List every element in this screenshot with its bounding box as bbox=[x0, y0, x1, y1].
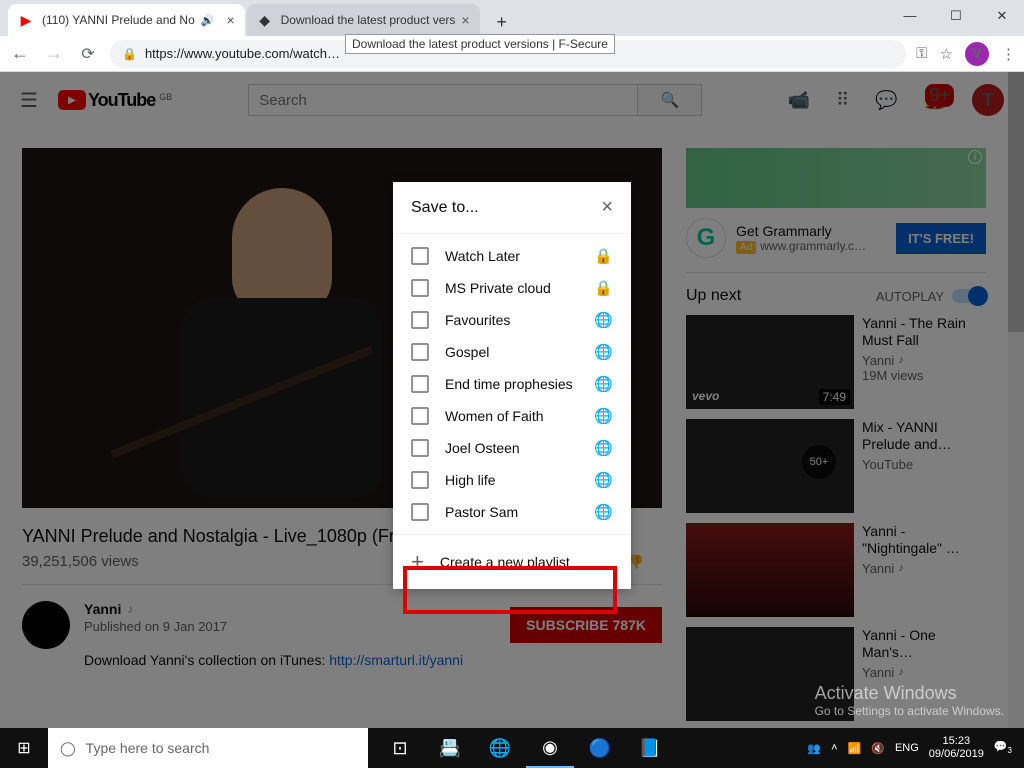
chrome-menu-button[interactable]: ⋮ bbox=[1001, 45, 1016, 63]
tab-close-icon[interactable]: × bbox=[226, 12, 234, 28]
lock-icon: 🔒 bbox=[122, 47, 137, 61]
taskbar-app-2[interactable]: 🌐 bbox=[476, 728, 524, 768]
star-icon[interactable]: ☆ bbox=[940, 45, 953, 63]
audio-playing-icon[interactable]: 🔊 bbox=[201, 14, 215, 27]
globe-icon: 🌐 bbox=[594, 503, 613, 521]
tray-chevron-icon[interactable]: ˄ bbox=[831, 742, 837, 754]
plus-icon: + bbox=[411, 549, 424, 575]
windows-search-box[interactable]: ◯ Type here to search bbox=[48, 728, 368, 768]
playlist-checkbox[interactable] bbox=[411, 311, 429, 329]
playlist-item[interactable]: Pastor Sam 🌐 bbox=[393, 496, 631, 528]
create-new-playlist-button[interactable]: + Create a new playlist bbox=[393, 534, 631, 589]
key-icon[interactable]: ⚿ bbox=[916, 45, 927, 62]
playlist-name: Women of Faith bbox=[445, 408, 578, 424]
maximize-button[interactable]: ☐ bbox=[942, 8, 970, 24]
browser-tab-active[interactable]: ▶ (110) YANNI Prelude and No 🔊 × bbox=[8, 4, 245, 36]
playlist-name: High life bbox=[445, 472, 578, 488]
task-view-icon[interactable]: ⊡ bbox=[376, 728, 424, 768]
playlist-name: Joel Osteen bbox=[445, 440, 578, 456]
playlist-checkbox[interactable] bbox=[411, 503, 429, 521]
taskbar-app-1[interactable]: 📇 bbox=[426, 728, 474, 768]
playlist-name: Watch Later bbox=[445, 248, 578, 264]
globe-icon: 🌐 bbox=[594, 375, 613, 393]
playlist-item[interactable]: Women of Faith 🌐 bbox=[393, 400, 631, 432]
tab-title: (110) YANNI Prelude and No bbox=[42, 13, 195, 27]
playlist-item[interactable]: Watch Later 🔒 bbox=[393, 240, 631, 272]
start-button[interactable]: ⊞ bbox=[0, 728, 48, 768]
tab-title: Download the latest product vers bbox=[281, 13, 456, 27]
playlist-name: Favourites bbox=[445, 312, 578, 328]
close-window-button[interactable]: ✕ bbox=[988, 8, 1016, 24]
playlist-item[interactable]: MS Private cloud 🔒 bbox=[393, 272, 631, 304]
playlist-checkbox[interactable] bbox=[411, 247, 429, 265]
tray-volume-muted-icon[interactable]: 🔇 bbox=[871, 742, 885, 755]
forward-button: → bbox=[42, 43, 66, 64]
tab-close-icon[interactable]: × bbox=[461, 12, 469, 28]
globe-icon: 🌐 bbox=[594, 439, 613, 457]
playlist-item[interactable]: End time prophesies 🌐 bbox=[393, 368, 631, 400]
lock-icon: 🔒 bbox=[594, 279, 613, 297]
cortana-icon: ◯ bbox=[60, 740, 76, 757]
tray-clock[interactable]: 15:23 09/06/2019 bbox=[929, 735, 984, 761]
reload-button[interactable]: ⟳ bbox=[76, 44, 100, 64]
playlist-item[interactable]: Joel Osteen 🌐 bbox=[393, 432, 631, 464]
playlist-checkbox[interactable] bbox=[411, 375, 429, 393]
globe-icon: 🌐 bbox=[594, 471, 613, 489]
globe-icon: 🌐 bbox=[594, 407, 613, 425]
back-button[interactable]: ← bbox=[8, 43, 32, 64]
playlist-item[interactable]: Favourites 🌐 bbox=[393, 304, 631, 336]
playlist-name: End time prophesies bbox=[445, 376, 578, 392]
playlist-item[interactable]: High life 🌐 bbox=[393, 464, 631, 496]
save-to-playlist-modal: Save to... × Watch Later🔒MS Private clou… bbox=[393, 182, 631, 589]
minimize-button[interactable]: — bbox=[896, 8, 924, 24]
tray-notifications-icon[interactable]: 💬3 bbox=[994, 740, 1012, 755]
playlist-name: Pastor Sam bbox=[445, 504, 578, 520]
browser-tab-inactive[interactable]: ◆ Download the latest product vers × bbox=[247, 4, 480, 36]
taskbar-chrome[interactable]: ◉ bbox=[526, 728, 574, 768]
lock-icon: 🔒 bbox=[594, 247, 613, 265]
close-icon[interactable]: × bbox=[601, 196, 613, 219]
playlist-checkbox[interactable] bbox=[411, 279, 429, 297]
create-playlist-label: Create a new playlist bbox=[440, 554, 570, 570]
tray-people-icon[interactable]: 👥 bbox=[807, 742, 821, 755]
fsecure-favicon: ◆ bbox=[257, 12, 273, 28]
playlist-checkbox[interactable] bbox=[411, 471, 429, 489]
taskbar-app-4[interactable]: 📘 bbox=[626, 728, 674, 768]
playlist-name: MS Private cloud bbox=[445, 280, 578, 296]
youtube-favicon: ▶ bbox=[18, 12, 34, 28]
globe-icon: 🌐 bbox=[594, 311, 613, 329]
taskbar-app-3[interactable]: 🔵 bbox=[576, 728, 624, 768]
tab-tooltip: Download the latest product versions | F… bbox=[345, 34, 615, 54]
playlist-checkbox[interactable] bbox=[411, 439, 429, 457]
tray-language[interactable]: ENG bbox=[895, 742, 919, 754]
playlist-item[interactable]: Gospel 🌐 bbox=[393, 336, 631, 368]
playlist-checkbox[interactable] bbox=[411, 343, 429, 361]
new-tab-button[interactable]: + bbox=[488, 8, 516, 36]
tray-network-icon[interactable]: 📶 bbox=[848, 742, 862, 755]
globe-icon: 🌐 bbox=[594, 343, 613, 361]
chrome-profile-button[interactable]: V bbox=[965, 42, 989, 66]
windows-watermark: Activate Windows Go to Settings to activ… bbox=[815, 683, 1004, 718]
playlist-name: Gospel bbox=[445, 344, 578, 360]
url-text: https://www.youtube.com/watch… bbox=[145, 46, 340, 61]
modal-title: Save to... bbox=[411, 199, 601, 217]
playlist-checkbox[interactable] bbox=[411, 407, 429, 425]
